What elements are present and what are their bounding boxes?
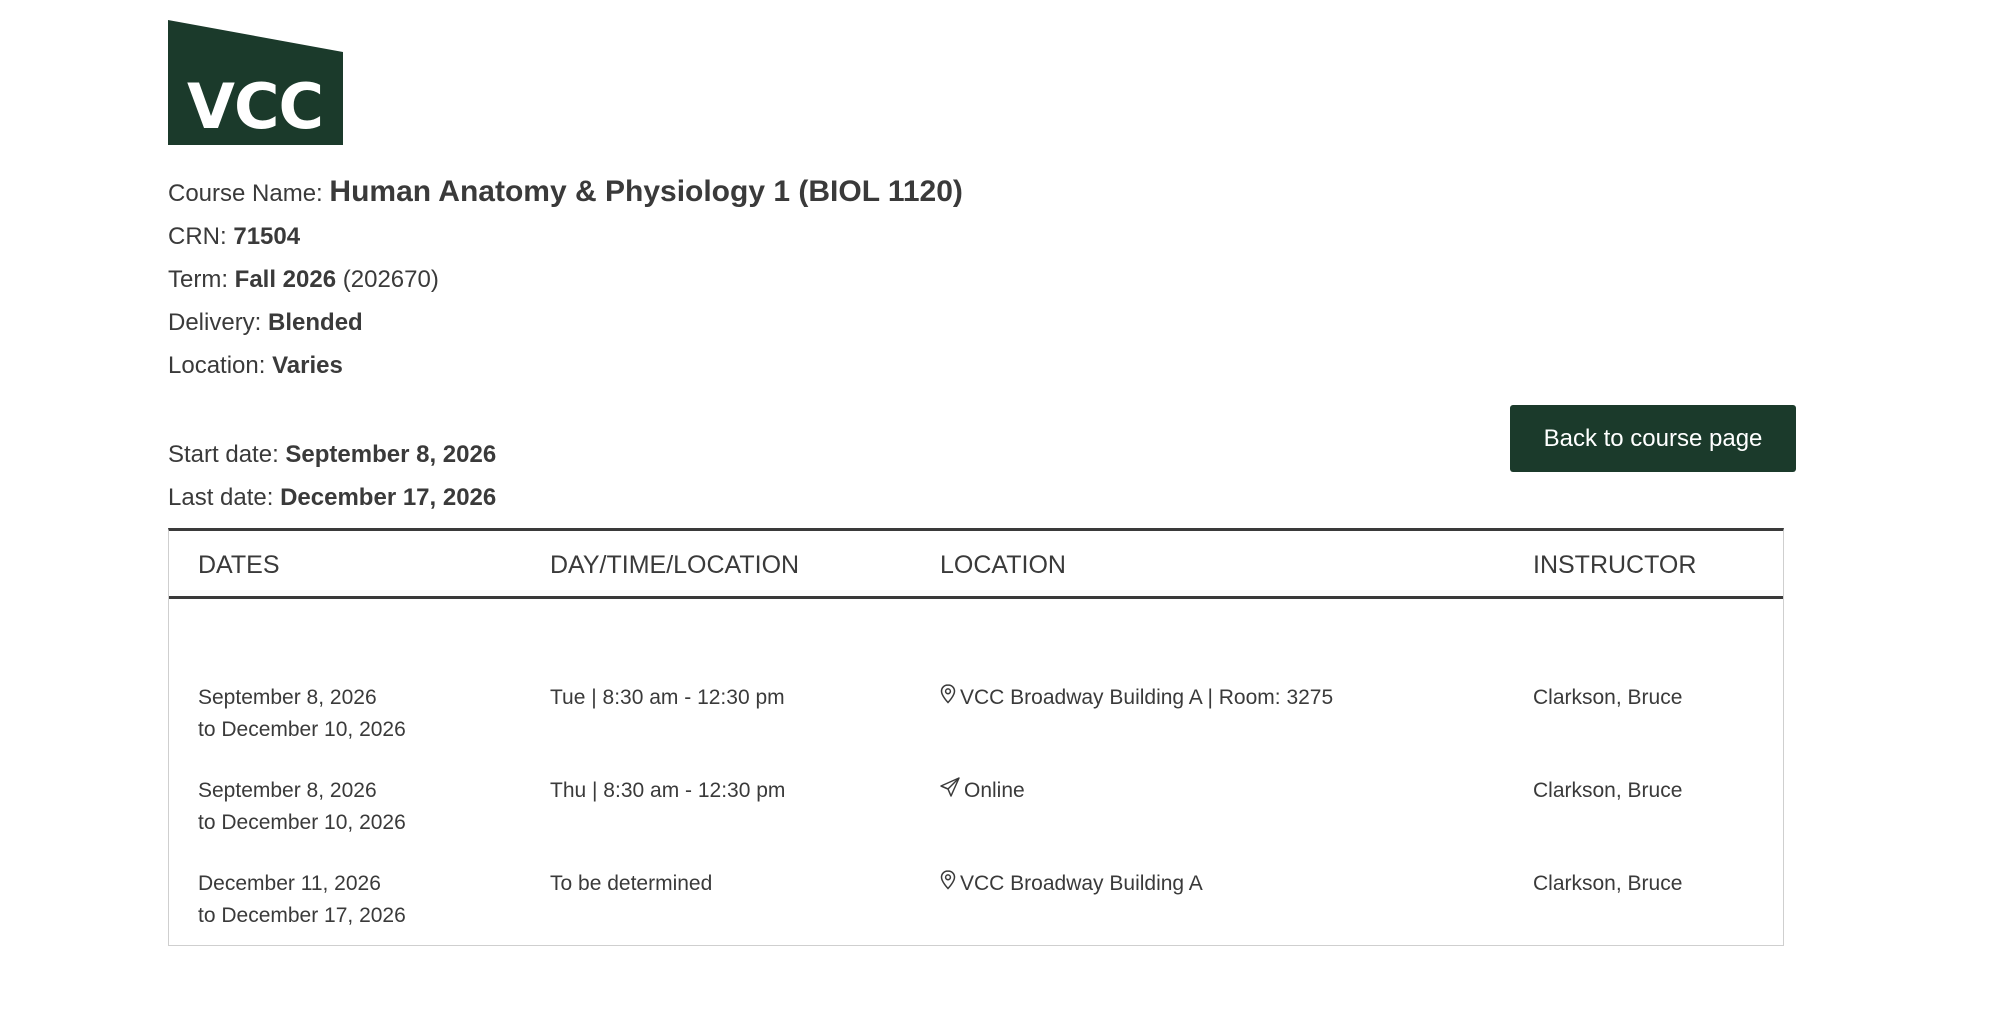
start-date-label: Start date: [168, 441, 279, 468]
location-cell: VCC Broadway Building A [940, 868, 1203, 900]
crn-label: CRN: [168, 223, 227, 250]
header-instructor: Instructor [1533, 551, 1697, 579]
svg-text:VCC: VCC [187, 70, 323, 143]
location-row: Location: Varies [168, 344, 963, 387]
date-end: to December 17, 2026 [198, 904, 406, 927]
back-to-course-button[interactable]: Back to course page [1510, 405, 1796, 472]
term-row: Term: Fall 2026 (202670) [168, 258, 963, 301]
location-text: VCC Broadway Building A | Room: 3275 [960, 686, 1334, 709]
last-date-value: December 17, 2026 [280, 484, 497, 511]
instructor-cell: Clarkson, Bruce [1533, 779, 1683, 802]
header-dates: Dates [198, 551, 280, 579]
term-code: (202670) [342, 266, 439, 293]
paper-plane-icon [940, 775, 960, 807]
table-row: September 8, 2026 to December 10, 2026 T… [169, 775, 1783, 865]
delivery-value: Blended [268, 309, 363, 336]
location-cell: Online [940, 775, 1025, 807]
date-end: to December 10, 2026 [198, 811, 406, 834]
header-day-time-location: Day/Time/Location [550, 551, 800, 579]
location-text: VCC Broadway Building A [960, 872, 1203, 895]
daytime-cell: Tue | 8:30 am - 12:30 pm [550, 686, 785, 709]
table-row: December 11, 2026 to December 17, 2026 T… [169, 868, 1783, 958]
location-cell: VCC Broadway Building A | Room: 3275 [940, 682, 1333, 714]
location-value: Varies [272, 352, 343, 379]
table-row: September 8, 2026 to December 10, 2026 T… [169, 682, 1783, 772]
course-name-row: Course Name: Human Anatomy & Physiology … [168, 170, 963, 215]
dates-cell: September 8, 2026 to December 10, 2026 [198, 682, 406, 746]
vcc-logo[interactable]: VCC [168, 20, 343, 145]
last-date-row: Last date: December 17, 2026 [168, 476, 496, 519]
crn-value: 71504 [233, 223, 301, 250]
term-label: Term: [168, 266, 228, 293]
date-end: to December 10, 2026 [198, 718, 406, 741]
map-pin-icon [940, 868, 956, 900]
term-value: Fall 2026 [234, 266, 337, 293]
course-name-value: Human Anatomy & Physiology 1 (BIOL 1120) [329, 175, 963, 208]
location-label: Location: [168, 352, 266, 379]
course-name-label: Course Name: [168, 180, 323, 207]
table-header: Dates Day/Time/Location Location Instruc… [169, 531, 1783, 599]
crn-row: CRN: 71504 [168, 215, 963, 258]
map-pin-icon [940, 682, 956, 714]
schedule-table: Dates Day/Time/Location Location Instruc… [168, 528, 1784, 946]
date-start: September 8, 2026 [198, 779, 377, 802]
instructor-cell: Clarkson, Bruce [1533, 686, 1683, 709]
daytime-cell: To be determined [550, 872, 713, 895]
daytime-cell: Thu | 8:30 am - 12:30 pm [550, 779, 786, 802]
date-start: December 11, 2026 [198, 872, 381, 895]
delivery-label: Delivery: [168, 309, 262, 336]
start-date-value: September 8, 2026 [285, 441, 497, 468]
last-date-label: Last date: [168, 484, 274, 511]
delivery-row: Delivery: Blended [168, 301, 963, 344]
course-info: Course Name: Human Anatomy & Physiology … [168, 170, 963, 387]
location-text: Online [964, 779, 1025, 802]
dates-cell: December 11, 2026 to December 17, 2026 [198, 868, 406, 932]
dates-cell: September 8, 2026 to December 10, 2026 [198, 775, 406, 839]
course-dates: Start date: September 8, 2026 Last date:… [168, 433, 496, 519]
vcc-logo-graphic: VCC [168, 20, 343, 145]
instructor-cell: Clarkson, Bruce [1533, 872, 1683, 895]
header-location: Location [940, 551, 1066, 579]
start-date-row: Start date: September 8, 2026 [168, 433, 496, 476]
date-start: September 8, 2026 [198, 686, 377, 709]
